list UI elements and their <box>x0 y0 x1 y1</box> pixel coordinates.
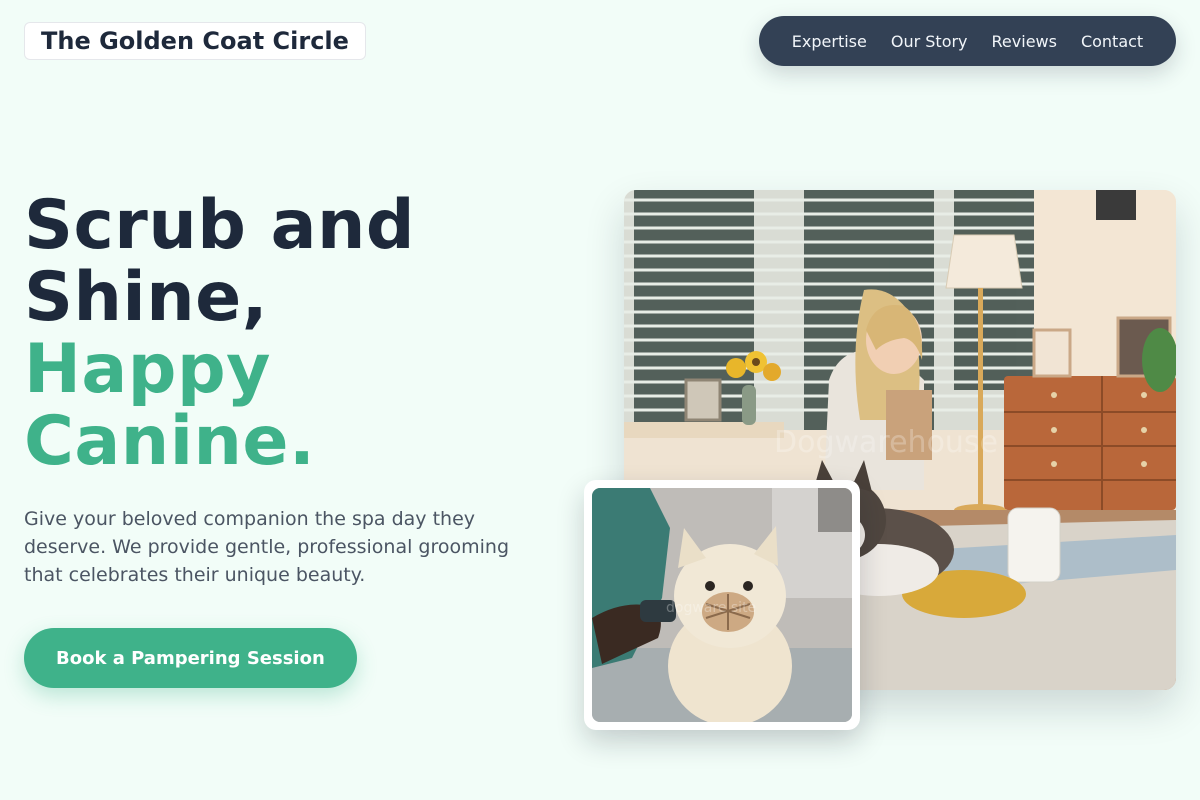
headline-line-2: Shine, <box>24 258 269 337</box>
grooming-photo-inset: dogware site <box>584 480 860 730</box>
headline-line-3: Happy <box>24 330 271 409</box>
nav-link-our-story[interactable]: Our Story <box>891 32 968 51</box>
brand-name: The Golden Coat Circle <box>41 27 349 55</box>
main-nav: Expertise Our Story Reviews Contact <box>759 16 1176 66</box>
headline-line-4: Canine. <box>24 402 316 481</box>
book-session-button[interactable]: Book a Pampering Session <box>24 628 357 688</box>
nav-link-contact[interactable]: Contact <box>1081 32 1143 51</box>
hero-headline: Scrub and Shine, Happy Canine. <box>24 190 415 478</box>
hero-description: Give your beloved companion the spa day … <box>24 508 510 586</box>
svg-text:Dogwarehouse: Dogwarehouse <box>774 425 998 460</box>
brand-logo[interactable]: The Golden Coat Circle <box>24 22 366 60</box>
nav-link-expertise[interactable]: Expertise <box>792 32 867 51</box>
svg-text:dogware site: dogware site <box>666 600 756 616</box>
landing-page: The Golden Coat Circle Expertise Our Sto… <box>0 0 1200 800</box>
headline-line-1: Scrub and <box>24 186 416 265</box>
nav-link-reviews[interactable]: Reviews <box>992 32 1057 51</box>
pomeranian-grooming-image: dogware site <box>592 488 852 722</box>
